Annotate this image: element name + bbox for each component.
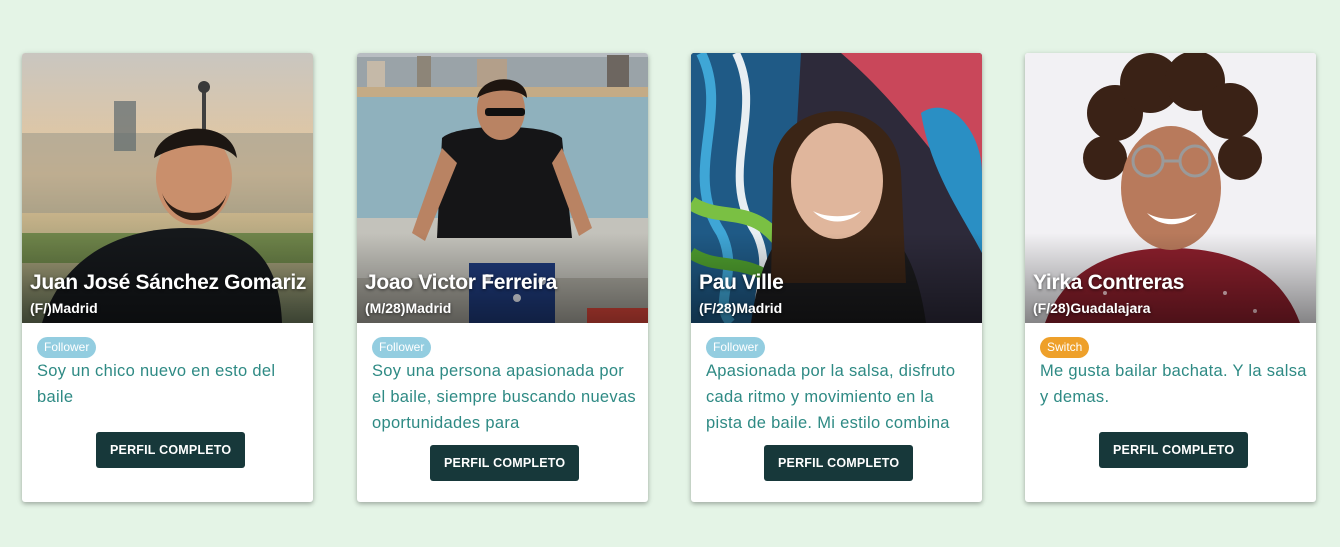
profile-bio: Apasionada por la salsa, disfruto cada r… xyxy=(706,362,956,432)
profile-name: Juan José Sánchez Gomariz xyxy=(30,271,307,294)
profile-photo[interactable]: Pau Ville (F/28)Madrid xyxy=(691,53,982,323)
profile-meta: (F/)Madrid xyxy=(30,300,98,316)
full-profile-button[interactable]: PERFIL COMPLETO xyxy=(1099,432,1249,468)
profile-name: Pau Ville xyxy=(699,271,784,294)
profile-bio: Me gusta bailar bachata. Y la salsa y de… xyxy=(1040,362,1307,406)
profile-name: Joao Victor Ferreira xyxy=(365,271,558,294)
profile-meta: (F/28)Guadalajara xyxy=(1033,300,1151,316)
profile-card: Joao Victor Ferreira (M/28)Madrid Follow… xyxy=(357,53,648,502)
profile-card: Yirka Contreras (F/28)Guadalajara Switch… xyxy=(1025,53,1316,502)
profile-name: Yirka Contreras xyxy=(1033,271,1185,294)
role-badge: Switch xyxy=(1040,337,1090,358)
profile-bio: Soy un chico nuevo en esto del baile xyxy=(37,362,276,406)
profile-bio: Soy una persona apasionada por el baile,… xyxy=(372,362,636,432)
full-profile-button[interactable]: PERFIL COMPLETO xyxy=(430,445,580,481)
profile-photo[interactable]: Yirka Contreras (F/28)Guadalajara xyxy=(1025,53,1316,323)
profile-card-grid: Juan José Sánchez Gomariz (F/)Madrid Fol… xyxy=(0,0,1340,547)
profile-card: Pau Ville (F/28)Madrid Follower Apasiona… xyxy=(691,53,982,502)
full-profile-button[interactable]: PERFIL COMPLETO xyxy=(96,432,246,468)
role-badge: Follower xyxy=(706,337,766,358)
role-badge: Follower xyxy=(372,337,432,358)
profile-card: Juan José Sánchez Gomariz (F/)Madrid Fol… xyxy=(22,53,313,502)
profile-meta: (M/28)Madrid xyxy=(365,300,452,316)
full-profile-button[interactable]: PERFIL COMPLETO xyxy=(764,445,914,481)
profile-photo[interactable]: Joao Victor Ferreira (M/28)Madrid xyxy=(357,53,648,323)
profile-photo[interactable]: Juan José Sánchez Gomariz (F/)Madrid xyxy=(22,53,313,323)
role-badge: Follower xyxy=(37,337,97,358)
profile-meta: (F/28)Madrid xyxy=(699,300,783,316)
